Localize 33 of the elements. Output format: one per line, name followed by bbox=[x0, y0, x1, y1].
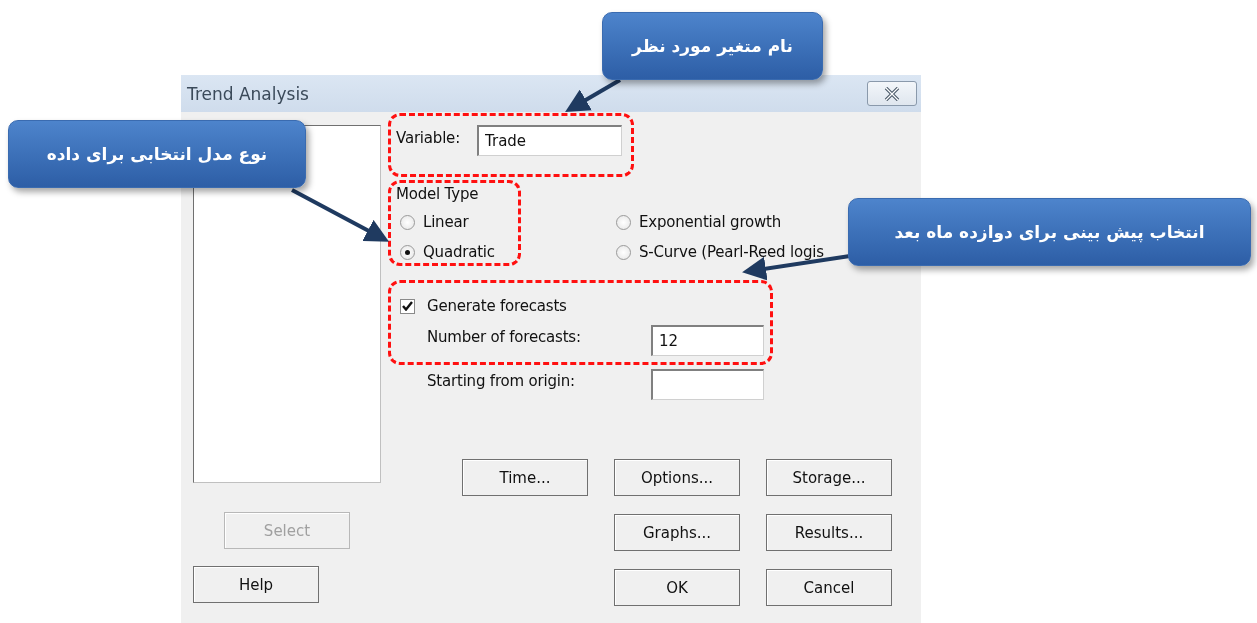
field-label: Number of forecasts: bbox=[427, 327, 582, 346]
dialog-button[interactable]: OK bbox=[614, 569, 740, 606]
dialog-button[interactable]: Graphs... bbox=[614, 514, 740, 551]
close-icon bbox=[884, 86, 900, 101]
close-button[interactable] bbox=[867, 81, 917, 106]
callout-text: نوع مدل انتخابی برای داده bbox=[46, 144, 268, 164]
radio-label: Linear bbox=[423, 213, 469, 231]
model-type-label: Model Type bbox=[396, 185, 479, 203]
checkbox[interactable] bbox=[400, 298, 415, 314]
radio-button[interactable] bbox=[616, 214, 631, 230]
window-title: Trend Analysis bbox=[187, 83, 309, 104]
arrow bbox=[565, 78, 621, 113]
radio-label: S-Curve (Pearl-Reed logis bbox=[639, 243, 824, 261]
checkmark-icon bbox=[402, 301, 413, 311]
radio-label: Quadratic bbox=[423, 243, 495, 261]
dialog-button[interactable]: Results... bbox=[766, 514, 892, 551]
input-field[interactable] bbox=[651, 369, 764, 400]
input-field[interactable]: 12 bbox=[651, 325, 764, 356]
callout-text: نام متغیر مورد نظر bbox=[632, 36, 793, 56]
callout-text: انتخاب پیش بینی برای دوازده ماه بعد bbox=[894, 222, 1205, 242]
dialog-button[interactable]: Cancel bbox=[766, 569, 892, 606]
dialog-button[interactable]: Help bbox=[193, 566, 319, 603]
radio-label: Exponential growth bbox=[639, 213, 782, 231]
dialog-button[interactable]: Time... bbox=[462, 459, 588, 496]
field-label: Starting from origin: bbox=[427, 371, 576, 390]
dialog-button[interactable]: Options... bbox=[614, 459, 740, 496]
radio-button[interactable] bbox=[400, 214, 415, 230]
variable-field[interactable]: Trade bbox=[477, 125, 622, 156]
variable-label: Variable: bbox=[396, 128, 460, 147]
dialog-button[interactable]: Storage... bbox=[766, 459, 892, 496]
checkbox-label: Generate forecasts bbox=[427, 297, 567, 315]
radio-button[interactable] bbox=[400, 244, 415, 260]
radio-button[interactable] bbox=[616, 244, 631, 260]
